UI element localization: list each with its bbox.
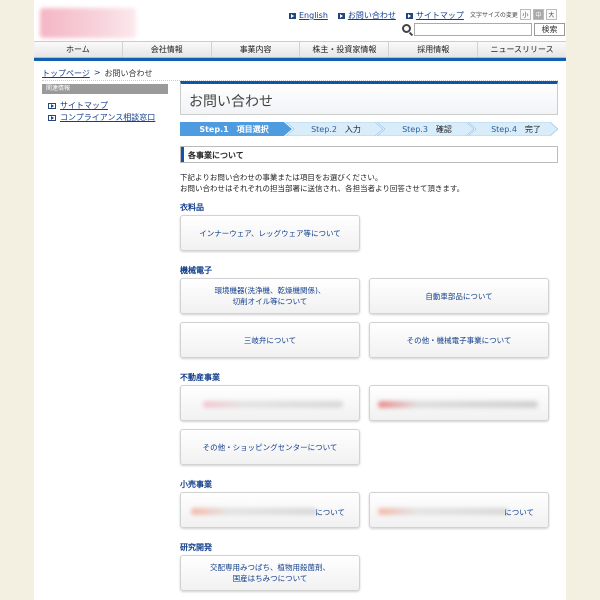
card-label: インナーウェア、レッグウェア等について xyxy=(199,228,341,238)
header-divider xyxy=(34,58,566,61)
step-label: 項目選択 xyxy=(236,124,269,134)
step-label: 入力 xyxy=(344,124,361,134)
step-label: 完了 xyxy=(524,124,541,134)
global-nav: ホーム 会社情報 事業内容 株主・投資家情報 採用情報 ニュースリリース xyxy=(34,41,566,58)
step-number: Step.1 xyxy=(199,124,229,134)
inquiry-card-innerwear[interactable]: インナーウェア、レッグウェア等について xyxy=(180,215,360,251)
category-retail: 小売事業 xyxy=(180,480,212,489)
redacted-label xyxy=(378,401,538,408)
page: English お問い合わせ サイトマップ 文字サイズの変更 小 中 大 検索 … xyxy=(34,0,566,600)
card-label: その他・ショッピングセンターについて xyxy=(202,442,338,452)
arrow-icon xyxy=(289,12,296,19)
arrow-icon xyxy=(48,114,56,121)
font-size-medium-button[interactable]: 中 xyxy=(532,9,544,20)
font-size-label: 文字サイズの変更 xyxy=(470,12,518,19)
english-link[interactable]: English xyxy=(289,10,328,21)
card-label: 交配専用みつばち、植物用殺菌剤、 国産はちみつについて xyxy=(210,563,330,583)
english-link-label: English xyxy=(299,11,328,20)
page-title: お問い合わせ xyxy=(189,94,273,110)
breadcrumb-home[interactable]: トップページ xyxy=(42,68,90,79)
card-label: 環境機器(洗浄機、乾燥機関係)、 切削オイル等について xyxy=(214,286,326,306)
step-number: Step.3 xyxy=(402,124,428,134)
card-label: その他・機械電子事業について xyxy=(406,335,512,345)
inquiry-card-machinery-other[interactable]: その他・機械電子事業について xyxy=(369,322,549,358)
inquiry-card-realestate-2[interactable] xyxy=(369,385,549,421)
breadcrumb-current: お問い合わせ xyxy=(104,69,153,78)
card-label: 自動車部品について xyxy=(425,291,493,301)
step-1: Step.1 項目選択 xyxy=(180,122,288,136)
section-heading: 各事業について xyxy=(180,146,558,163)
redacted-label xyxy=(191,508,317,515)
step-3: Step.3 確認 xyxy=(383,122,471,136)
nav-recruit[interactable]: 採用情報 xyxy=(389,42,479,57)
inquiry-card-retail-1[interactable]: について xyxy=(180,492,360,528)
contact-link-label: お問い合わせ xyxy=(347,11,396,20)
search-icon xyxy=(402,24,411,33)
inquiry-card-environment[interactable]: 環境機器(洗浄機、乾燥機関係)、 切削オイル等について xyxy=(180,278,360,314)
category-realestate: 不動産事業 xyxy=(180,373,220,382)
company-logo[interactable] xyxy=(40,8,136,38)
card-label: について xyxy=(504,508,534,517)
sidebar-item-compliance[interactable]: コンプライアンス相談窓口 xyxy=(48,112,155,123)
step-number: Step.4 xyxy=(491,124,517,134)
breadcrumb: トップページ > お問い合わせ xyxy=(42,68,153,79)
inquiry-card-sankyoben[interactable]: 三岐弁について xyxy=(180,322,360,358)
inquiry-card-auto-parts[interactable]: 自動車部品について xyxy=(369,278,549,314)
inquiry-card-realestate-1[interactable] xyxy=(180,385,360,421)
breadcrumb-separator: > xyxy=(93,68,101,77)
sitemap-link-label: サイトマップ xyxy=(415,11,464,20)
redacted-label xyxy=(203,401,343,408)
arrow-icon xyxy=(405,12,413,19)
intro-line: お問い合わせはそれぞれの担当部署に送信され、各担当者より回答させて頂きます。 xyxy=(180,184,465,193)
inquiry-card-shopping-center[interactable]: その他・ショッピングセンターについて xyxy=(180,429,360,465)
redacted-label xyxy=(378,508,508,515)
section-heading-label: 各事業について xyxy=(188,151,244,160)
step-number: Step.2 xyxy=(311,124,337,134)
step-label: 確認 xyxy=(435,124,452,134)
nav-business[interactable]: 事業内容 xyxy=(212,42,301,57)
step-indicator: Step.1 項目選択 Step.2 入力 Step.3 確認 Step.4 完… xyxy=(180,122,558,136)
intro-text: 下記よりお問い合わせの事業または項目をお選びください。 お問い合わせはそれぞれの… xyxy=(180,172,558,194)
category-research: 研究開発 xyxy=(180,543,212,552)
card-label: 三岐弁について xyxy=(243,335,297,345)
page-title-box: お問い合わせ xyxy=(180,81,558,115)
inquiry-card-retail-2[interactable]: について xyxy=(369,492,549,528)
nav-company[interactable]: 会社情報 xyxy=(123,42,212,57)
arrow-icon xyxy=(337,12,345,19)
intro-line: 下記よりお問い合わせの事業または項目をお選びください。 xyxy=(180,173,383,182)
sidebar-item-label: コンプライアンス相談窓口 xyxy=(60,113,156,122)
sidebar-item-label: サイトマップ xyxy=(60,101,108,110)
top-links: English お問い合わせ サイトマップ xyxy=(289,10,464,21)
category-machinery: 機械電子 xyxy=(180,266,212,275)
nav-investors[interactable]: 株主・投資家情報 xyxy=(300,42,390,57)
nav-news[interactable]: ニュースリリース xyxy=(478,42,566,57)
contact-link[interactable]: お問い合わせ xyxy=(337,10,396,21)
search-input[interactable] xyxy=(414,23,532,36)
sidebar-item-sitemap[interactable]: サイトマップ xyxy=(48,100,108,111)
sitemap-link[interactable]: サイトマップ xyxy=(405,10,464,21)
inquiry-card-research[interactable]: 交配専用みつばち、植物用殺菌剤、 国産はちみつについて xyxy=(180,555,360,591)
nav-home[interactable]: ホーム xyxy=(34,42,123,57)
arrow-icon xyxy=(48,102,56,109)
font-size-switcher: 文字サイズの変更 小 中 大 xyxy=(470,9,557,20)
sidebar-heading: 関連情報 xyxy=(42,84,168,94)
search-button[interactable]: 検索 xyxy=(534,23,565,36)
step-2: Step.2 入力 xyxy=(292,122,380,136)
card-label: について xyxy=(315,508,345,517)
category-clothing: 衣料品 xyxy=(180,203,204,212)
font-size-small-button[interactable]: 小 xyxy=(519,9,531,20)
font-size-large-button[interactable]: 大 xyxy=(545,9,557,20)
step-4: Step.4 完了 xyxy=(474,122,558,136)
